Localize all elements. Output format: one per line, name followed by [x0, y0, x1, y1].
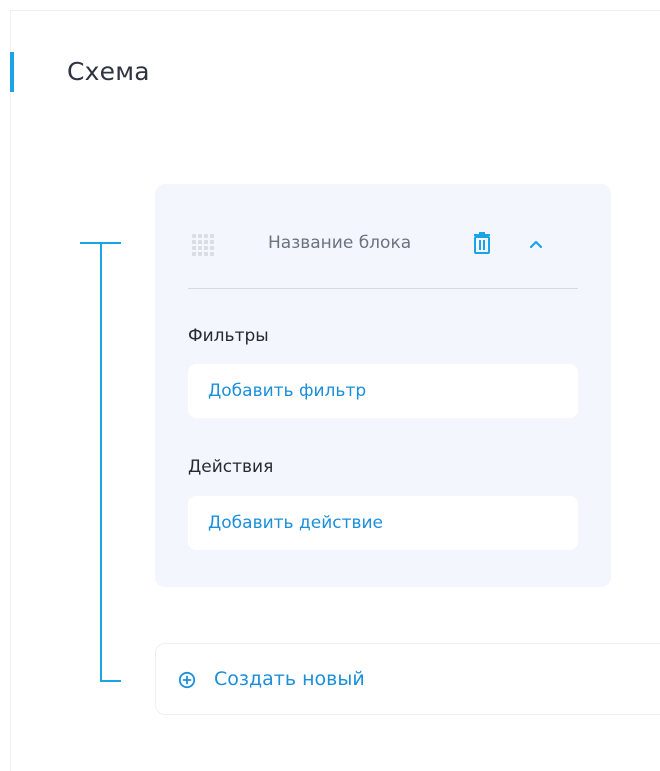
tree-connector-bottom	[100, 680, 121, 682]
add-action-button[interactable]: Добавить действие	[188, 496, 578, 550]
block-name-input[interactable]: Название блока	[268, 230, 423, 256]
add-filter-button[interactable]: Добавить фильтр	[188, 364, 578, 418]
create-new-button[interactable]: Создать новый	[155, 643, 660, 715]
drag-handle-icon[interactable]	[192, 234, 216, 258]
schema-block: Название блока Фильтры Добавить фильтр Д…	[155, 184, 611, 587]
trash-icon[interactable]	[470, 231, 494, 257]
section-accent-bar	[10, 52, 14, 92]
tree-connector-top	[80, 242, 121, 244]
page-title: Схема	[67, 57, 150, 86]
plus-circle-icon	[178, 671, 196, 689]
filters-label: Фильтры	[188, 326, 269, 346]
tree-connector-vertical	[100, 242, 102, 681]
actions-label: Действия	[188, 457, 274, 477]
chevron-up-icon[interactable]	[526, 234, 546, 254]
create-new-label: Создать новый	[214, 668, 365, 690]
block-divider	[188, 288, 578, 289]
